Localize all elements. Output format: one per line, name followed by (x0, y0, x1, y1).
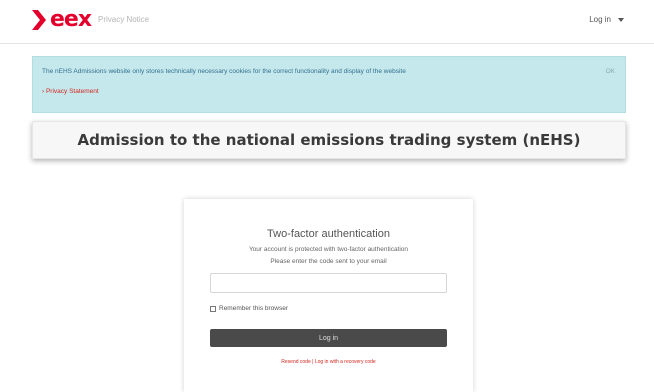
authentication-code-input[interactable] (210, 273, 447, 293)
login-button[interactable]: Log in (210, 329, 447, 347)
card-title: Two-factor authentication (267, 228, 390, 240)
chevron-right-icon (32, 10, 46, 30)
login-dropdown[interactable]: Log in (589, 15, 624, 24)
page-title-box: Admission to the national emissions trad… (32, 121, 626, 159)
cookie-banner: The nEHS Admissions website only stores … (32, 56, 626, 113)
eex-logo[interactable]: eex (32, 7, 92, 32)
page-title: Admission to the national emissions trad… (77, 131, 581, 149)
card-description-line2: Please enter the code sent to your email (270, 258, 387, 265)
recovery-code-link[interactable]: Log in with a recovery code (315, 359, 376, 365)
privacy-notice-link[interactable]: Privacy Notice (98, 15, 149, 24)
cookie-ok-button[interactable]: OK (606, 68, 615, 75)
card-description-line1: Your account is protected with two-facto… (248, 246, 409, 253)
privacy-statement-link[interactable]: › Privacy Statement (42, 88, 99, 95)
remember-browser-option[interactable]: Remember this browser (210, 305, 288, 312)
login-dropdown-label: Log in (589, 15, 611, 24)
logo-text: eex (50, 7, 92, 32)
two-factor-card: Two-factor authentication Your account i… (184, 199, 473, 392)
remember-browser-label: Remember this browser (219, 305, 288, 312)
help-links: Resend code | Log in with a recovery cod… (184, 359, 473, 365)
top-navbar: eex Privacy Notice Log in (0, 0, 654, 44)
resend-code-link[interactable]: Resend code (281, 359, 310, 365)
cookie-banner-text: The nEHS Admissions website only stores … (42, 68, 406, 75)
remember-browser-checkbox[interactable] (210, 305, 216, 312)
caret-down-icon (618, 17, 624, 22)
